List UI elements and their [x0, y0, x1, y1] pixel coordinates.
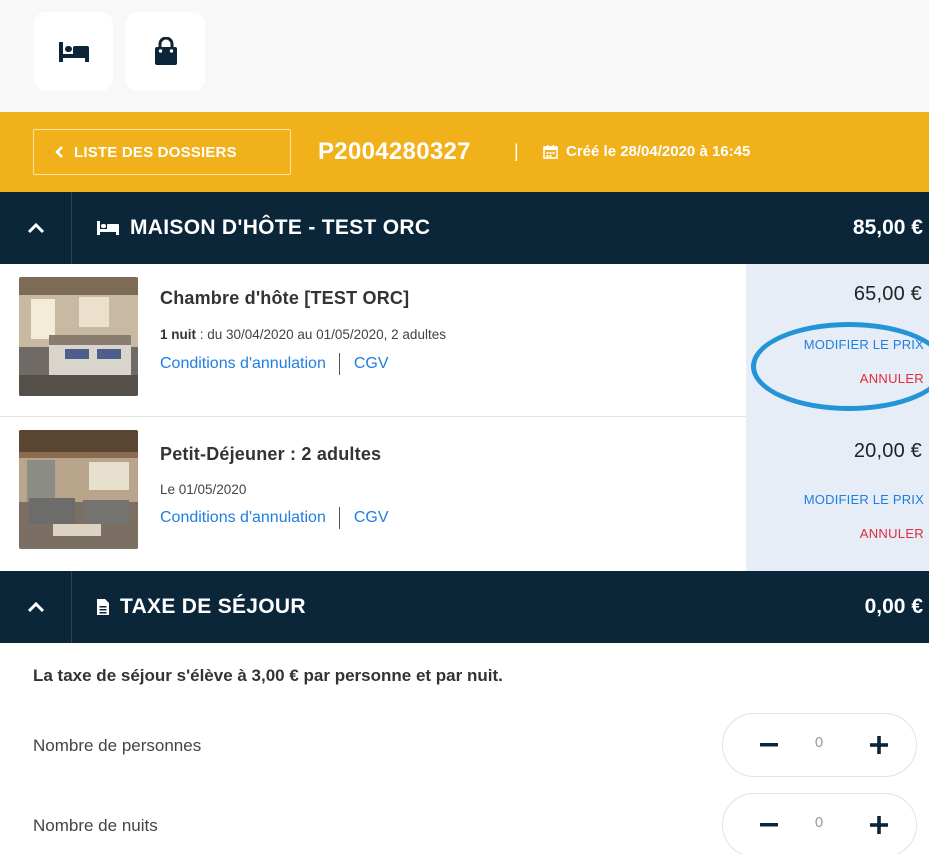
calendar-icon: [543, 145, 558, 159]
lodging-total: 85,00 €: [852, 216, 923, 239]
item-details: Le 01/05/2020: [160, 482, 247, 497]
minus-icon: [760, 743, 778, 747]
decrement-nights-button[interactable]: [751, 794, 787, 854]
increment-nights-button[interactable]: [861, 794, 897, 854]
item-links: Conditions d'annulation CGV: [160, 507, 389, 529]
tax-section-header: TAXE DE SÉJOUR 0,00 €: [0, 571, 929, 643]
room-photo: [19, 277, 138, 396]
dossier-separator: |: [514, 141, 519, 161]
people-count-label: Nombre de personnes: [33, 736, 202, 755]
list-item: Chambre d'hôte [TEST ORC] 1 nuit : du 30…: [0, 264, 929, 416]
increment-people-button[interactable]: [861, 714, 897, 776]
lodging-title: MAISON D'HÔTE - TEST ORC: [96, 192, 430, 264]
lodging-section-header: MAISON D'HÔTE - TEST ORC 85,00 €: [0, 192, 929, 264]
link-divider: [338, 353, 340, 375]
item-price: 20,00 €: [853, 440, 922, 462]
tax-info-text: La taxe de séjour s'élève à 3,00 € par p…: [33, 666, 503, 685]
item-name: Chambre d'hôte [TEST ORC]: [160, 288, 410, 308]
cancellation-conditions-link[interactable]: Conditions d'annulation: [160, 509, 326, 527]
lodging-items: Chambre d'hôte [TEST ORC] 1 nuit : du 30…: [0, 264, 929, 571]
people-count-value: 0: [814, 734, 824, 751]
back-to-list-label: LISTE DES DOSSIERS: [74, 143, 237, 161]
chevron-up-icon: [27, 601, 44, 613]
minus-icon: [760, 823, 778, 827]
item-details: 1 nuit : du 30/04/2020 au 01/05/2020, 2 …: [160, 327, 446, 342]
cgv-link[interactable]: CGV: [354, 355, 389, 373]
nights-count-value: 0: [814, 814, 824, 831]
cancel-item-button[interactable]: ANNULER: [860, 371, 924, 386]
dossier-created-date: Créé le 28/04/2020 à 16:45: [543, 143, 750, 160]
modify-price-button[interactable]: MODIFIER LE PRIX: [804, 337, 924, 352]
tax-title-text: TAXE DE SÉJOUR: [120, 595, 306, 618]
breakfast-photo: [19, 430, 138, 549]
document-icon: [97, 599, 109, 615]
item-links: Conditions d'annulation CGV: [160, 353, 389, 375]
cancel-item-button[interactable]: ANNULER: [860, 526, 924, 541]
back-to-list-button[interactable]: LISTE DES DOSSIERS: [33, 129, 291, 175]
collapse-lodging-button[interactable]: [0, 192, 72, 264]
nights-count-label: Nombre de nuits: [33, 816, 158, 835]
decrement-people-button[interactable]: [751, 714, 787, 776]
item-dates: : du 30/04/2020 au 01/05/2020, 2 adultes: [196, 327, 446, 342]
nights-count-stepper: 0: [722, 793, 917, 854]
lodging-title-text: MAISON D'HÔTE - TEST ORC: [130, 216, 431, 239]
dossier-created-text: Créé le 28/04/2020 à 16:45: [566, 143, 751, 160]
chevron-left-icon: [55, 146, 63, 158]
bed-icon[interactable]: [34, 12, 113, 91]
dossier-bar: LISTE DES DOSSIERS P2004280327 | Créé le…: [0, 112, 929, 192]
people-count-stepper: 0: [722, 713, 917, 777]
item-nights: 1 nuit: [160, 327, 196, 342]
chevron-up-icon: [27, 222, 44, 234]
plus-icon: [870, 736, 888, 754]
modify-price-button[interactable]: MODIFIER LE PRIX: [804, 492, 924, 507]
dossier-number: P2004280327: [318, 138, 471, 165]
shopping-bag-icon[interactable]: [126, 12, 205, 91]
item-name: Petit-Déjeuner : 2 adultes: [160, 444, 382, 464]
cgv-link[interactable]: CGV: [354, 509, 389, 527]
collapse-tax-button[interactable]: [0, 571, 72, 643]
plus-icon: [870, 816, 888, 834]
top-toolbar: [0, 0, 929, 112]
bed-icon: [97, 221, 119, 235]
tax-total: 0,00 €: [864, 595, 923, 618]
item-price: 65,00 €: [853, 283, 922, 305]
list-item: Petit-Déjeuner : 2 adultes Le 01/05/2020…: [0, 416, 929, 571]
cancellation-conditions-link[interactable]: Conditions d'annulation: [160, 355, 326, 373]
tax-title: TAXE DE SÉJOUR: [96, 571, 306, 643]
link-divider: [338, 507, 340, 529]
